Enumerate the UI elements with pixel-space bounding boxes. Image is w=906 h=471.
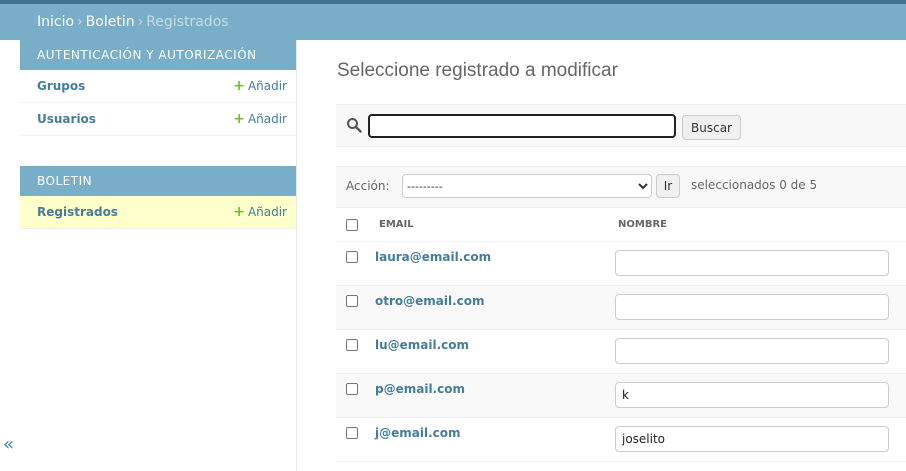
row-checkbox[interactable] bbox=[346, 295, 358, 307]
nombre-input[interactable] bbox=[615, 338, 889, 364]
add-usuario-link[interactable]: + Añadir bbox=[233, 103, 287, 136]
breadcrumb-separator: › bbox=[77, 14, 83, 30]
search-button[interactable]: Buscar bbox=[682, 115, 741, 140]
model-link-usuarios[interactable]: Usuarios bbox=[37, 112, 96, 126]
email-cell: laura@email.com bbox=[372, 241, 615, 286]
plus-icon: + bbox=[233, 204, 245, 220]
nombre-cell bbox=[615, 285, 906, 330]
row-checkbox[interactable] bbox=[346, 251, 358, 263]
row-checkbox[interactable] bbox=[346, 383, 358, 395]
page-title: Seleccione registrado a modificar bbox=[337, 60, 618, 81]
select-all-checkbox[interactable] bbox=[346, 218, 358, 231]
nombre-cell bbox=[615, 241, 906, 286]
row-checkbox[interactable] bbox=[346, 339, 358, 351]
action-select[interactable]: --------- bbox=[402, 174, 652, 198]
actions-bar: Acción: --------- Ir seleccionados 0 de … bbox=[336, 166, 906, 208]
results-table: EMAIL NOMBRE laura@email.com otro@email.… bbox=[336, 207, 906, 462]
breadcrumb: Inicio › Boletin › Registrados bbox=[0, 4, 906, 40]
search-toolbar: Buscar bbox=[336, 104, 906, 147]
table-row: otro@email.com bbox=[336, 285, 906, 330]
table-row: laura@email.com bbox=[336, 241, 906, 286]
add-registrado-link[interactable]: + Añadir bbox=[233, 196, 287, 229]
nombre-input[interactable]: joselito bbox=[615, 426, 889, 452]
plus-icon: + bbox=[233, 111, 245, 127]
selection-counter: seleccionados 0 de 5 bbox=[691, 178, 818, 192]
email-link[interactable]: laura@email.com bbox=[372, 250, 615, 264]
action-label: Acción: bbox=[346, 179, 390, 193]
add-label: Añadir bbox=[247, 205, 287, 219]
nombre-input[interactable] bbox=[615, 250, 889, 276]
email-link[interactable]: p@email.com bbox=[372, 382, 615, 396]
table-row: j@email.com joselito bbox=[336, 417, 906, 462]
select-all-cell bbox=[336, 207, 372, 242]
go-button[interactable]: Ir bbox=[656, 174, 680, 198]
row-checkbox-cell bbox=[336, 241, 372, 286]
nombre-cell bbox=[615, 329, 906, 374]
table-row: lu@email.com bbox=[336, 329, 906, 374]
breadcrumb-separator: › bbox=[137, 14, 144, 30]
sidebar: AUTENTICACIÓN Y AUTORIZACIÓN Grupos + Aña… bbox=[20, 40, 297, 471]
nombre-cell: joselito bbox=[615, 417, 906, 462]
row-checkbox[interactable] bbox=[346, 427, 358, 439]
breadcrumb-app[interactable]: Boletin bbox=[86, 14, 135, 30]
email-link[interactable]: lu@email.com bbox=[372, 338, 615, 352]
email-cell: p@email.com bbox=[372, 373, 615, 418]
model-link-grupos[interactable]: Grupos bbox=[37, 79, 85, 93]
add-grupo-link[interactable]: + Añadir bbox=[233, 70, 287, 103]
search-input[interactable] bbox=[368, 114, 676, 138]
email-cell: otro@email.com bbox=[372, 285, 615, 330]
sidebar-item-grupos: Grupos + Añadir bbox=[20, 70, 296, 103]
search-icon bbox=[347, 118, 362, 133]
table-header-row: EMAIL NOMBRE bbox=[336, 207, 906, 242]
nombre-cell: k bbox=[615, 373, 906, 418]
nombre-input[interactable] bbox=[615, 294, 889, 320]
module-spacer bbox=[20, 136, 296, 166]
row-checkbox-cell bbox=[336, 329, 372, 374]
email-link[interactable]: otro@email.com bbox=[372, 294, 615, 308]
sidebar-item-registrados: Registrados + Añadir bbox=[20, 196, 296, 229]
email-cell: lu@email.com bbox=[372, 329, 615, 374]
row-checkbox-cell bbox=[336, 373, 372, 418]
column-header-nombre[interactable]: NOMBRE bbox=[615, 207, 906, 242]
row-checkbox-cell bbox=[336, 285, 372, 330]
nombre-input[interactable]: k bbox=[615, 382, 889, 408]
breadcrumb-current: Registrados bbox=[146, 14, 229, 30]
module-caption-auth[interactable]: AUTENTICACIÓN Y AUTORIZACIÓN bbox=[20, 40, 296, 70]
email-link[interactable]: j@email.com bbox=[372, 426, 615, 440]
model-link-registrados[interactable]: Registrados bbox=[37, 205, 118, 219]
add-label: Añadir bbox=[247, 79, 287, 93]
email-cell: j@email.com bbox=[372, 417, 615, 462]
module-caption-boletin[interactable]: BOLETIN bbox=[20, 166, 296, 196]
sidebar-item-usuarios: Usuarios + Añadir bbox=[20, 103, 296, 136]
row-checkbox-cell bbox=[336, 417, 372, 462]
breadcrumb-home[interactable]: Inicio bbox=[37, 14, 74, 30]
double-chevron-left-icon[interactable]: « bbox=[3, 434, 14, 455]
table-row: p@email.com k bbox=[336, 373, 906, 418]
add-label: Añadir bbox=[247, 112, 287, 126]
plus-icon: + bbox=[233, 78, 245, 94]
column-header-email[interactable]: EMAIL bbox=[372, 207, 615, 242]
